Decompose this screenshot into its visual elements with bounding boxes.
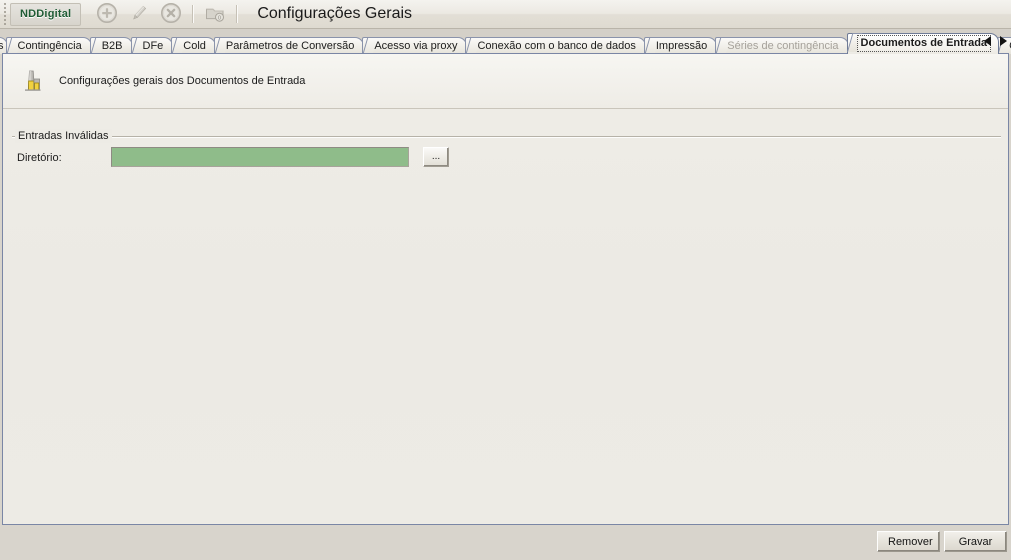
tab-label: Séries de contingência [727,40,839,52]
edit-button[interactable] [124,1,154,27]
brand-logo: NDDigital [10,2,82,26]
tab-label: s [0,40,4,52]
tab-panel-documentos-de-entrada: Configurações gerais dos Documentos de E… [2,53,1009,525]
tab-b2b[interactable]: B2B [89,37,133,54]
tab-label: Impressão [655,40,708,52]
toolbar-drag-handle[interactable] [1,3,8,25]
add-icon [96,2,118,27]
application-window: NDDigital 0 Configurações Gerais s Conti… [0,0,1011,560]
tab-strip: s Contingência B2B DFe Cold Parâmetros d… [0,29,1011,54]
remove-button[interactable]: Remover [877,531,940,552]
save-button[interactable]: 0 [200,1,230,27]
save-record-button[interactable]: Gravar [944,531,1007,552]
toolbar-separator-2 [236,5,239,23]
tab-label: Conexão com o banco de dados [477,40,636,52]
save-folder-icon: 0 [204,2,226,27]
svg-text:0: 0 [218,15,221,21]
directory-input[interactable] [111,147,409,167]
tab-scroll-left-icon[interactable] [984,36,991,46]
tab-scroll-right-icon[interactable] [1000,36,1007,46]
main-toolbar: NDDigital 0 Configurações Gerais [0,0,1011,29]
factory-icon [19,68,45,94]
tab-label: Acesso via proxy [374,40,458,52]
tab-dfe[interactable]: DFe [130,37,174,54]
tab-list: s Contingência B2B DFe Cold Parâmetros d… [0,33,1011,54]
tab-impressao[interactable]: Impressão [643,37,718,54]
page-title: Configurações Gerais [257,5,413,22]
group-border [12,136,1001,138]
tab-contingencia[interactable]: Contingência [5,37,92,54]
panel-header-text: Configurações gerais dos Documentos de E… [59,75,306,87]
browse-directory-button[interactable]: ... [423,147,449,167]
tab-scroll-controls [984,36,1007,46]
tab-series-de-contingencia: Séries de contingência [715,37,849,54]
delete-circle-icon [160,2,182,27]
edit-pencil-icon [128,2,150,27]
tab-label: Cold [183,40,206,52]
tab-label: Contingência [17,40,82,52]
tab-parametros-de-conversao[interactable]: Parâmetros de Conversão [213,37,365,54]
group-entradas-invalidas: Entradas Inválidas Diretório: ... [12,129,1001,177]
tab-conexao-com-o-banco-de-dados[interactable]: Conexão com o banco de dados [465,37,646,54]
directory-label: Diretório: [17,152,62,164]
tab-label: DFe [142,40,164,52]
footer-bar: Remover Gravar [0,526,1011,560]
tab-documentos-de-entrada[interactable]: Documentos de Entrada [846,33,1000,54]
tab-cold[interactable]: Cold [171,37,216,54]
tab-acesso-via-proxy[interactable]: Acesso via proxy [362,37,468,54]
panel-body: Entradas Inválidas Diretório: ... [3,109,1008,523]
toolbar-separator-1 [192,5,195,23]
panel-header: Configurações gerais dos Documentos de E… [3,54,1008,109]
tab-label: Documentos de Entrada [856,35,992,52]
delete-button[interactable] [156,1,186,27]
add-button[interactable] [92,1,122,27]
tab-label: Parâmetros de Conversão [225,40,355,52]
tab-label: B2B [101,40,123,52]
group-legend: Entradas Inválidas [15,129,112,143]
